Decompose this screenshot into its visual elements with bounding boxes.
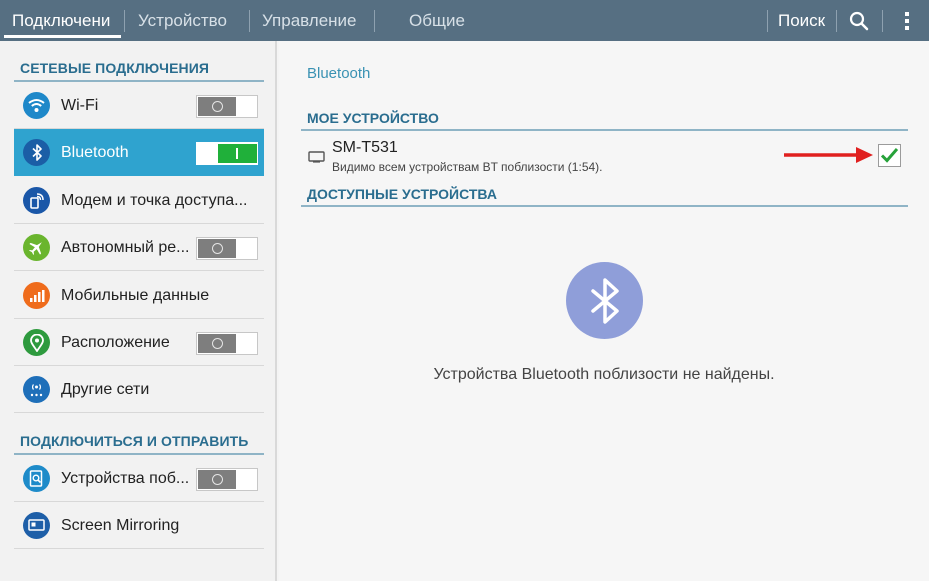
sidebar-item-label: Расположение [61, 334, 170, 351]
section-divider [301, 129, 908, 131]
tab-divider [249, 10, 250, 32]
section-connect-and-share: ПОДКЛЮЧИТЬСЯ И ОТПРАВИТЬ [20, 433, 249, 449]
airplane-mode-toggle[interactable] [196, 237, 258, 260]
action-divider [836, 10, 837, 32]
bluetooth-detail-panel: Bluetooth МОЕ УСТРОЙСТВО SM-T531 Видимо … [279, 41, 929, 581]
nearby-devices-icon [23, 465, 50, 492]
sidebar-item-screen-mirroring[interactable]: Screen Mirroring [14, 502, 264, 549]
sidebar-item-label: Мобильные данные [61, 287, 210, 304]
settings-sidebar: СЕТЕВЫЕ ПОДКЛЮЧЕНИЯ Wi-Fi Bluetooth Моде… [0, 41, 277, 581]
tablet-icon [308, 150, 325, 168]
page-title: Bluetooth [307, 65, 371, 82]
hotspot-icon [23, 187, 50, 214]
sidebar-item-mobile-data[interactable]: Мобильные данные [14, 272, 264, 319]
tab-controls[interactable]: Управление [262, 0, 357, 41]
screen-mirroring-icon [23, 512, 50, 539]
bluetooth-toggle[interactable] [196, 142, 258, 165]
sidebar-item-tethering[interactable]: Модем и точка доступа... [14, 177, 264, 224]
section-divider [301, 205, 908, 207]
section-network-connections: СЕТЕВЫЕ ПОДКЛЮЧЕНИЯ [20, 60, 210, 76]
sidebar-item-label: Wi-Fi [61, 97, 99, 114]
sidebar-item-label: Устройства поб... [61, 470, 190, 487]
bluetooth-large-icon [566, 262, 643, 339]
wifi-toggle[interactable] [196, 95, 258, 118]
sidebar-item-label: Bluetooth [61, 144, 129, 161]
red-arrow-annotation [782, 145, 874, 170]
visibility-checkbox[interactable] [878, 144, 901, 167]
action-divider [767, 10, 768, 32]
sidebar-item-label: Модем и точка доступа... [61, 192, 248, 209]
tab-device[interactable]: Устройство [138, 0, 227, 41]
tab-divider [124, 10, 125, 32]
sidebar-item-label: Screen Mirroring [61, 517, 180, 534]
action-divider [882, 10, 883, 32]
sidebar-item-airplane-mode[interactable]: Автономный ре... [14, 224, 264, 271]
sidebar-item-label: Другие сети [61, 381, 150, 398]
mobile-data-icon [23, 282, 50, 309]
sidebar-item-location[interactable]: Расположение [14, 319, 264, 366]
tab-divider [374, 10, 375, 32]
sidebar-item-label: Автономный ре... [61, 239, 190, 256]
action-bar: Подключени Устройство Управление Общие П… [0, 0, 929, 41]
sidebar-item-nearby-devices[interactable]: Устройства поб... [14, 455, 264, 502]
other-networks-icon [23, 376, 50, 403]
bluetooth-icon [23, 139, 50, 166]
sidebar-item-other-networks[interactable]: Другие сети [14, 366, 264, 413]
sidebar-item-bluetooth[interactable]: Bluetooth [14, 129, 264, 176]
airplane-icon [23, 234, 50, 261]
more-vertical-icon[interactable] [892, 0, 922, 41]
search-label-button[interactable]: Поиск [778, 0, 825, 41]
section-available-devices: ДОСТУПНЫЕ УСТРОЙСТВА [307, 186, 497, 202]
device-name[interactable]: SM-T531 [332, 139, 398, 157]
search-icon[interactable] [844, 0, 874, 41]
no-devices-message: Устройства Bluetooth поблизости не найде… [433, 366, 775, 383]
location-toggle[interactable] [196, 332, 258, 355]
active-tab-indicator [4, 35, 121, 38]
section-my-device: МОЕ УСТРОЙСТВО [307, 110, 439, 126]
device-visibility-status: Видимо всем устройствам BT поблизости (1… [332, 160, 603, 174]
wifi-icon [23, 92, 50, 119]
sidebar-item-wifi[interactable]: Wi-Fi [14, 82, 264, 129]
location-icon [23, 329, 50, 356]
tab-general[interactable]: Общие [409, 0, 465, 41]
nearby-devices-toggle[interactable] [196, 468, 258, 491]
